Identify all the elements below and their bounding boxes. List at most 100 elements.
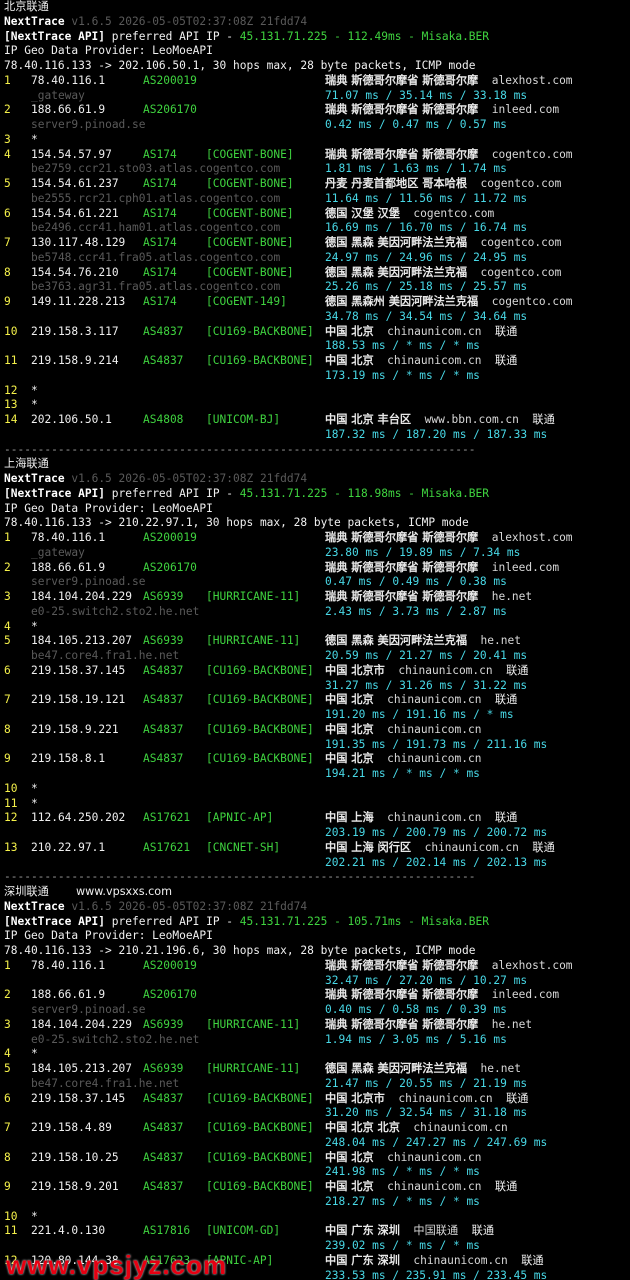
hop-row: 1 78.40.116.1 AS200019 瑞典 斯德哥尔摩省 斯德哥尔摩 alex…: [4, 531, 630, 546]
hop-geo-host: 中国 广东 深圳 中国联通 联通: [325, 1224, 494, 1239]
hop-number: 5: [4, 1062, 11, 1075]
hop-number: 1: [4, 73, 11, 87]
hop-geo-host: 丹麦 丹麦首都地区 哥本哈根 cogentco.com: [325, 177, 561, 192]
hop-detail-row: 203.19 ms / 200.79 ms / 200.72 ms: [4, 826, 630, 841]
hop-isp: 联通: [506, 1091, 529, 1105]
trace-summary-line: 78.40.116.133 -> 210.21.196.6, 30 hops m…: [4, 944, 630, 959]
api-tag: [NextTrace API]: [4, 29, 106, 43]
api-latency: 112.49ms: [347, 29, 402, 43]
section-separator: ----------------------------------------…: [4, 443, 630, 458]
hop-asn: AS174: [143, 177, 177, 190]
hop-detail-row: be2555.rcr21.cph01.atlas.cogentco.com 11.…: [4, 192, 630, 207]
hop-geo: 瑞典 斯德哥尔摩省 斯德哥尔摩: [325, 590, 479, 603]
hop-geo-host: 德国 黑森州 美因河畔法兰克福 cogentco.com: [325, 295, 573, 310]
hop-ip: 154.54.61.221: [31, 206, 119, 220]
section-title: 深圳联通 www.vpsxxs.com: [4, 885, 630, 900]
hop-ip: *: [31, 619, 38, 633]
hop-number: 3: [4, 1017, 11, 1031]
hop-asn: AS4837: [143, 663, 184, 677]
hop-rdns: _gateway: [31, 88, 85, 102]
hop-asn: AS174: [143, 265, 177, 279]
hop-asn: AS4837: [143, 1091, 184, 1105]
hop-tag: [UNICOM-BJ]: [206, 413, 281, 426]
hop-host: he.net: [491, 1017, 533, 1031]
api-node: Misaka.BER: [421, 486, 490, 500]
hop-host: chinaunicom.cn: [387, 354, 482, 367]
hop-geo: 德国 黑森 美因河畔法兰克福: [325, 236, 468, 249]
hop-asn: AS17816: [143, 1224, 191, 1238]
hop-asn: AS4837: [143, 752, 184, 766]
hop-asn: AS206170: [143, 103, 197, 117]
hop-detail-row: 241.98 ms / * ms / * ms: [4, 1165, 630, 1180]
hop-detail-row: 31.20 ms / 32.54 ms / 31.18 ms: [4, 1106, 630, 1121]
hop-tag: [CU169-BACKBONE]: [206, 354, 314, 367]
hop-geo: 德国 黑森 美因河畔法兰克福: [325, 1062, 468, 1075]
app-name: NextTrace: [4, 899, 65, 913]
hop-host: chinaunicom.cn: [387, 693, 482, 707]
hop-row: 6 219.158.37.145 AS4837 [CU169-BACKBONE] 中国 …: [4, 1092, 630, 1107]
hop-geo-host: 瑞典 斯德哥尔摩省 斯德哥尔摩 inleed.com: [325, 988, 559, 1003]
hop-detail-row: server9.pinoad.se 0.40 ms / 0.58 ms / 0.3…: [4, 1003, 630, 1018]
hop-rtt: 173.19 ms / * ms / * ms: [325, 368, 480, 382]
hop-number: 8: [4, 722, 11, 736]
hop-ip: 112.64.250.202: [31, 811, 126, 825]
hop-tag: [COGENT-BONE]: [206, 236, 294, 249]
trace-summary: 78.40.116.133 -> 202.106.50.1, 30 hops m…: [4, 59, 476, 72]
app-version: v1.6.5 2026-05-05T02:37:08Z 21fdd74: [71, 899, 308, 913]
hop-geo: 德国 黑森 美因河畔法兰克福: [325, 634, 468, 648]
hop-number: 6: [4, 206, 11, 220]
hop-geo: 瑞典 斯德哥尔摩省 斯德哥尔摩: [325, 988, 479, 1002]
hop-number: 3: [4, 590, 11, 603]
hop-asn: AS6939: [143, 634, 184, 648]
hop-host: alexhost.com: [491, 531, 573, 544]
hop-isp: 联通: [494, 324, 518, 338]
hop-asn: AS4837: [143, 1150, 184, 1164]
hop-ip: 154.54.61.237: [31, 177, 119, 190]
hop-rtt: 1.81 ms / 1.63 ms / 1.74 ms: [325, 162, 507, 176]
hop-detail-row: 187.32 ms / 187.20 ms / 187.33 ms: [4, 428, 630, 443]
hop-detail-row: 194.21 ms / * ms / * ms: [4, 767, 630, 782]
hop-asn: AS174: [143, 236, 177, 249]
hop-ip: 219.158.9.221: [31, 722, 119, 736]
hop-isp: 联通: [521, 1253, 544, 1267]
hop-row: 10 *: [4, 782, 630, 797]
hop-rtt: 31.27 ms / 31.26 ms / 31.22 ms: [325, 678, 528, 692]
hop-row: 11 221.4.0.130 AS17816 [UNICOM-GD] 中国 广东 深圳 …: [4, 1224, 630, 1239]
api-text: preferred API IP -: [105, 29, 240, 43]
api-dash: -: [327, 914, 348, 928]
hop-row: 12 *: [4, 384, 630, 399]
hop-row: 8 219.158.10.25 AS4837 [CU169-BACKBONE] 中国 北…: [4, 1151, 630, 1166]
hop-host: 中国联通: [413, 1224, 459, 1238]
hop-ip: 219.158.19.121: [31, 693, 126, 707]
hop-rtt: 24.97 ms / 24.96 ms / 24.95 ms: [325, 250, 528, 264]
hop-row: 11 219.158.9.214 AS4837 [CU169-BACKBONE] 中国 …: [4, 354, 630, 369]
hop-geo: 瑞典 斯德哥尔摩省 斯德哥尔摩: [325, 560, 479, 574]
hop-isp: 联通: [494, 811, 518, 825]
hop-number: 7: [4, 693, 11, 707]
hop-rtt: 191.35 ms / 191.73 ms / 211.16 ms: [325, 737, 548, 751]
hop-number: 11: [4, 796, 18, 810]
hop-host: chinaunicom.cn: [413, 1121, 508, 1134]
hop-geo-host: 德国 黑森 美因河畔法兰克福 he.net: [325, 1062, 521, 1077]
hop-host: cogentco.com: [413, 206, 495, 220]
hop-number: 1: [4, 958, 11, 972]
app-name: NextTrace: [4, 472, 65, 485]
hop-asn: AS206170: [143, 560, 197, 574]
hop-asn: AS6939: [143, 590, 184, 603]
hop-rdns: be2759.ccr21.sto03.atlas.cogentco.com: [31, 162, 281, 176]
hop-geo-host: 德国 黑森 美因河畔法兰克福 cogentco.com: [325, 266, 561, 281]
hop-geo-host: 瑞典 斯德哥尔摩省 斯德哥尔摩 he.net: [325, 590, 532, 605]
geo-provider: IP Geo Data Provider: LeoMoeAPI: [4, 501, 213, 515]
hop-number: 10: [4, 1209, 18, 1223]
hop-host: cogentco.com: [480, 177, 562, 190]
